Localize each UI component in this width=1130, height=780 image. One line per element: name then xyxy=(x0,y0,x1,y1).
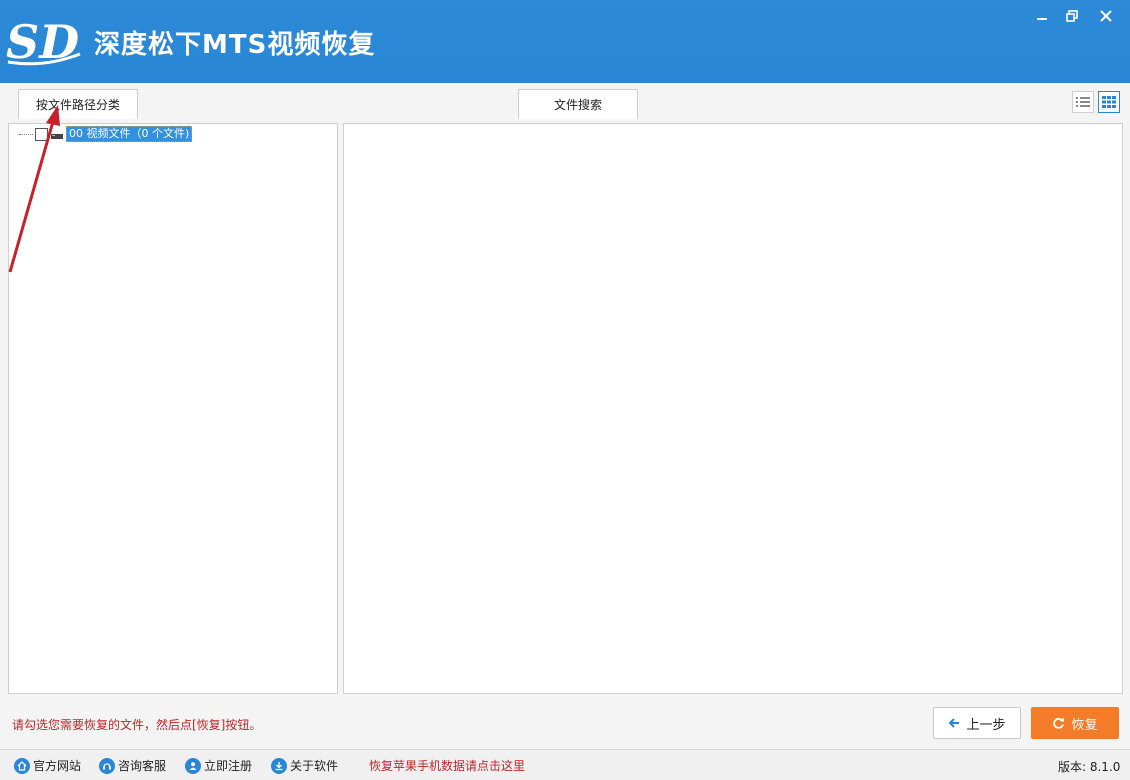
tree-item-checkbox[interactable] xyxy=(35,127,48,141)
arrow-left-icon xyxy=(949,718,960,728)
drive-icon xyxy=(51,133,63,139)
tree-item[interactable]: 00 视频文件（0 个文件) xyxy=(19,126,193,142)
grid-view-button[interactable] xyxy=(1098,91,1120,113)
version-label: 版本: 8.1.0 xyxy=(1058,760,1121,774)
previous-step-label: 上一步 xyxy=(966,717,1006,733)
tab-by-path[interactable]: 按文件路径分类 xyxy=(18,89,138,119)
register-link[interactable]: 立即注册 xyxy=(185,757,252,774)
recover-label: 恢复 xyxy=(1071,717,1098,733)
customer-service-label: 咨询客服 xyxy=(118,759,167,773)
app-title: 深度松下MTS视频恢复 xyxy=(94,30,376,60)
close-button[interactable] xyxy=(1090,4,1122,28)
about-link[interactable]: 关于软件 xyxy=(271,757,338,774)
official-site-label: 官方网站 xyxy=(33,759,82,773)
minimize-icon xyxy=(1037,18,1047,20)
tab-bar: 按文件路径分类 文件搜索 xyxy=(0,83,1130,119)
customer-service-link[interactable]: 咨询客服 xyxy=(99,757,166,774)
tree-item-label[interactable]: 00 视频文件（0 个文件) xyxy=(66,126,193,142)
logo-text: SD xyxy=(6,15,79,68)
recover-button[interactable]: 恢复 xyxy=(1031,707,1119,739)
official-site-link[interactable]: 官方网站 xyxy=(14,757,81,774)
previous-step-button[interactable]: 上一步 xyxy=(933,707,1021,739)
close-icon xyxy=(1100,10,1112,22)
title-bar: SD 深度松下MTS视频恢复 xyxy=(0,0,1130,83)
about-label: 关于软件 xyxy=(290,759,339,773)
restore-icon xyxy=(1066,10,1078,22)
iphone-recovery-promo-link[interactable]: 恢复苹果手机数据请点击这里 xyxy=(369,757,525,774)
logo: SD xyxy=(6,15,81,68)
file-list-panel[interactable] xyxy=(343,123,1123,694)
list-view-button[interactable] xyxy=(1072,91,1094,113)
status-bar: 官方网站 咨询客服 立即注册 关于软件 恢复苹果手机数据请点击这里 版本: 8.… xyxy=(0,749,1130,780)
register-label: 立即注册 xyxy=(204,759,253,773)
hint-text: 请勾选您需要恢复的文件，然后点[恢复]按钮。 xyxy=(12,718,262,732)
home-icon xyxy=(14,757,30,774)
register-icon xyxy=(185,757,201,774)
folder-tree-panel[interactable]: 00 视频文件（0 个文件) xyxy=(8,123,338,694)
refresh-icon xyxy=(1053,717,1065,729)
minimize-button[interactable] xyxy=(1026,4,1058,28)
tree-connector xyxy=(19,133,33,135)
info-icon xyxy=(271,757,287,774)
support-icon xyxy=(99,757,115,774)
list-view-icon xyxy=(1076,97,1090,107)
tab-file-search[interactable]: 文件搜索 xyxy=(518,89,638,119)
grid-view-icon xyxy=(1102,96,1116,108)
restore-button[interactable] xyxy=(1056,4,1088,28)
